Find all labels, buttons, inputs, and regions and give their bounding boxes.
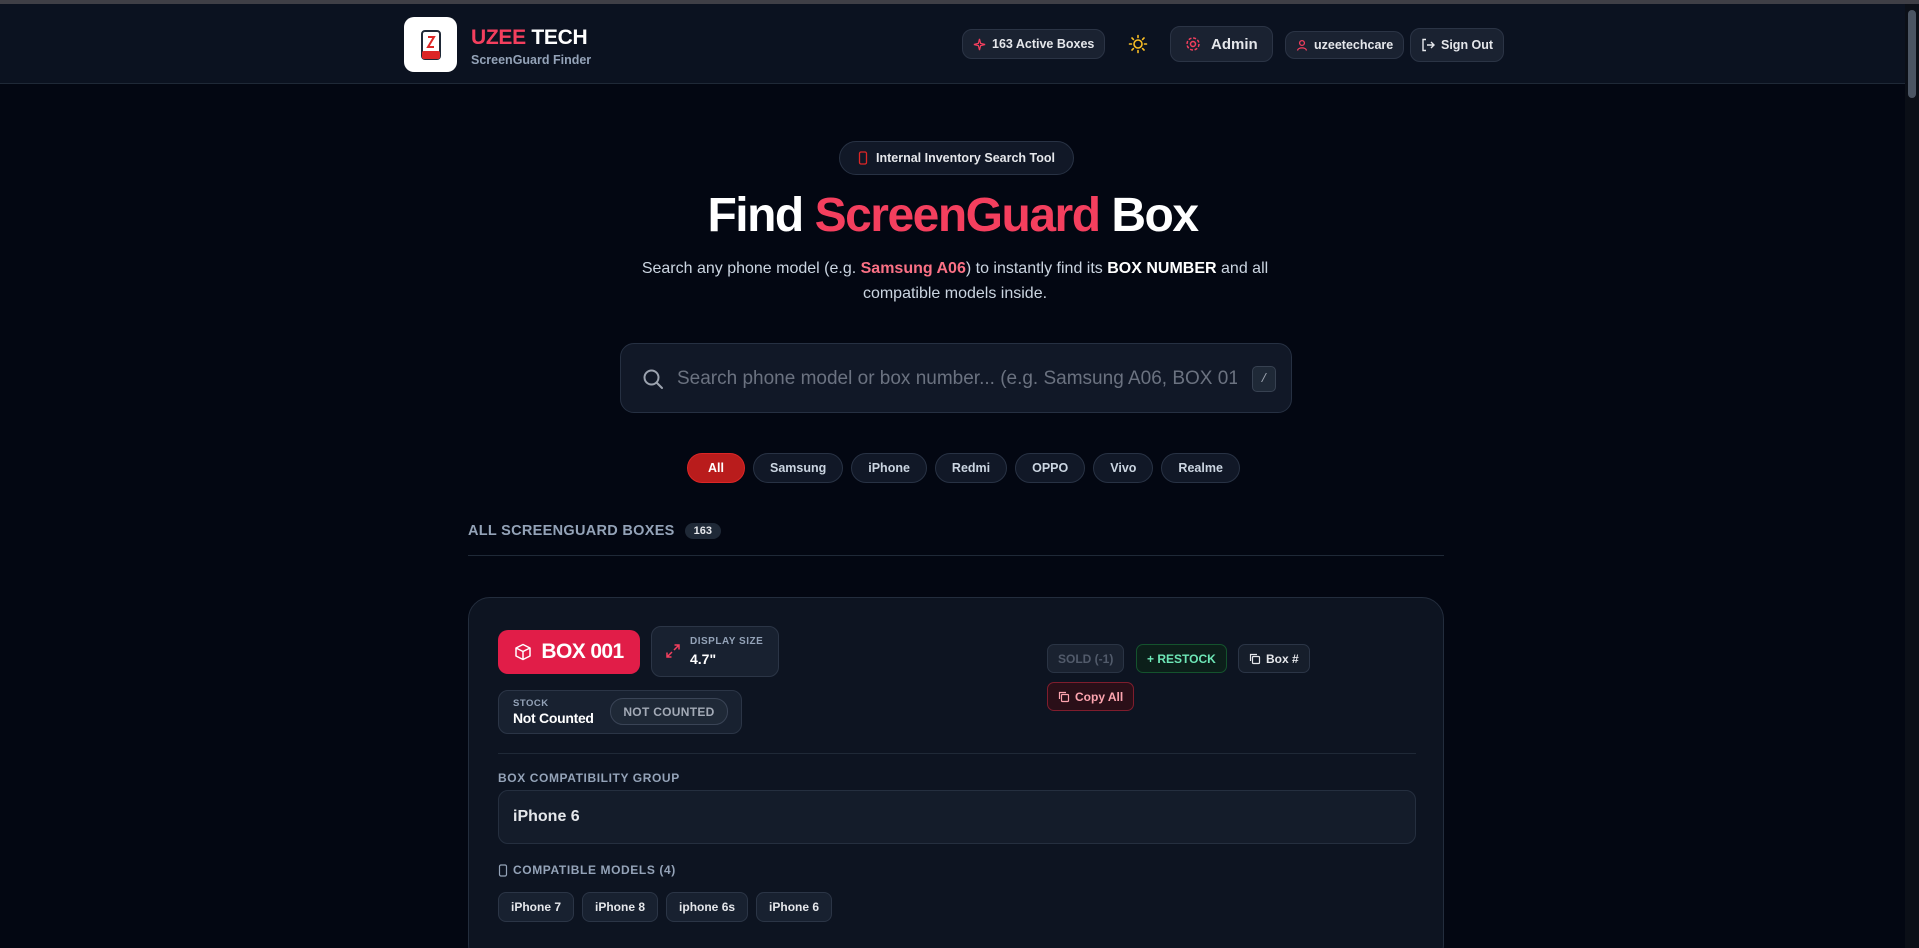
user-badge[interactable]: uzeetechcare xyxy=(1285,31,1405,59)
stock-value: Not Counted xyxy=(513,710,594,726)
filter-vivo[interactable]: Vivo xyxy=(1093,453,1154,483)
box-icon xyxy=(515,643,532,661)
stock-label: STOCK xyxy=(513,698,549,709)
section-count-badge: 163 xyxy=(684,523,721,539)
logout-icon xyxy=(1422,38,1435,52)
title-accent: ScreenGuard xyxy=(814,189,1101,242)
page-title: Find ScreenGuard Box xyxy=(0,188,1905,243)
brand: UZEE TECH ScreenGuard Finder xyxy=(471,26,591,67)
sun-icon xyxy=(1128,34,1148,54)
compatible-models-list: iPhone 7 iPhone 8 iphone 6s iPhone 6 xyxy=(498,892,833,922)
filter-iphone[interactable]: iPhone xyxy=(851,453,927,483)
subtitle-bold: BOX NUMBER xyxy=(1107,260,1217,277)
filter-samsung[interactable]: Samsung xyxy=(752,453,844,483)
card-divider xyxy=(498,753,1416,754)
admin-button[interactable]: Admin xyxy=(1170,26,1273,62)
admin-label: Admin xyxy=(1211,35,1258,53)
active-boxes-badge: 163 Active Boxes xyxy=(962,29,1106,59)
search-input[interactable] xyxy=(677,364,1237,394)
phone-logo-icon xyxy=(420,29,441,60)
filter-redmi[interactable]: Redmi xyxy=(934,453,1008,483)
compatible-models-header: COMPATIBLE MODELS (4) xyxy=(498,863,676,877)
sign-out-label: Sign Out xyxy=(1441,38,1494,52)
compatibility-group-label: BOX COMPATIBILITY GROUP xyxy=(498,771,680,785)
compatibility-group-value: iPhone 6 xyxy=(498,790,1416,844)
phone-small-icon xyxy=(858,151,868,165)
box-card: BOX 001 DISPLAY SIZE 4.7" STOCK Not Coun… xyxy=(468,597,1444,948)
copy-box-number-button[interactable]: Box # xyxy=(1238,644,1310,673)
title-start: Find xyxy=(707,189,804,242)
filter-oppo[interactable]: OPPO xyxy=(1015,453,1086,483)
search-bar: / xyxy=(620,343,1292,413)
brand-subtitle: ScreenGuard Finder xyxy=(471,53,592,67)
scrollbar-thumb[interactable] xyxy=(1908,10,1916,98)
box-number: BOX 001 xyxy=(541,640,624,663)
model-chip[interactable]: iPhone 6 xyxy=(756,892,833,922)
filter-realme[interactable]: Realme xyxy=(1161,453,1240,483)
copy-all-label: Copy All xyxy=(1075,689,1124,704)
display-size-box: DISPLAY SIZE 4.7" xyxy=(651,626,779,677)
brand-name-red: UZEE xyxy=(471,26,526,49)
brand-name-white: TECH xyxy=(531,26,588,49)
brand-title: UZEE TECH xyxy=(471,26,591,50)
model-chip[interactable]: iphone 6s xyxy=(666,892,749,922)
subtitle-example: Samsung A06 xyxy=(860,260,966,277)
sign-out-button[interactable]: Sign Out xyxy=(1410,28,1505,62)
stock-box: STOCK Not Counted NOT COUNTED xyxy=(498,690,742,734)
page-scrollbar[interactable] xyxy=(1905,4,1919,948)
tool-label-pill: Internal Inventory Search Tool xyxy=(839,141,1074,175)
theme-toggle[interactable] xyxy=(1128,34,1148,59)
username: uzeetechcare xyxy=(1314,38,1394,52)
model-chip[interactable]: iPhone 7 xyxy=(498,892,575,922)
sold-button[interactable]: SOLD (-1) xyxy=(1047,644,1125,673)
brand-filters: All Samsung iPhone Redmi OPPO Vivo Realm… xyxy=(687,453,1240,483)
copy-all-button[interactable]: Copy All xyxy=(1047,682,1135,711)
phone-outline-icon xyxy=(498,863,508,877)
copy-icon xyxy=(1058,691,1070,702)
display-size-label: DISPLAY SIZE xyxy=(690,636,764,647)
logo[interactable] xyxy=(404,17,457,72)
compatible-models-label: COMPATIBLE MODELS (4) xyxy=(513,863,676,877)
expand-icon xyxy=(666,644,680,658)
display-size-value: 4.7" xyxy=(690,651,717,667)
sparkle-icon xyxy=(973,38,986,50)
section-header: ALL SCREENGUARD BOXES 163 xyxy=(468,523,1444,556)
page-subtitle: Search any phone model (e.g. Samsung A06… xyxy=(610,256,1300,306)
title-end: Box xyxy=(1111,189,1199,242)
stock-status-tag: NOT COUNTED xyxy=(610,698,728,725)
tool-label: Internal Inventory Search Tool xyxy=(876,151,1055,165)
active-boxes-text: 163 Active Boxes xyxy=(992,37,1095,51)
section-title: ALL SCREENGUARD BOXES xyxy=(468,523,675,539)
top-navbar: UZEE TECH ScreenGuard Finder 163 Active … xyxy=(0,4,1905,84)
subtitle-part-1: Search any phone model (e.g. xyxy=(641,260,861,277)
copy-icon xyxy=(1249,653,1261,664)
subtitle-part-2: ) to instantly find its xyxy=(965,260,1108,277)
search-icon xyxy=(643,369,663,389)
gear-icon xyxy=(1186,37,1200,51)
shortcut-key: / xyxy=(1252,366,1276,392)
box-number-badge: BOX 001 xyxy=(498,630,640,674)
restock-button[interactable]: + RESTOCK xyxy=(1136,644,1227,673)
model-chip[interactable]: iPhone 8 xyxy=(582,892,659,922)
copy-box-number-label: Box # xyxy=(1266,651,1299,666)
user-icon xyxy=(1296,39,1308,51)
filter-all[interactable]: All xyxy=(687,453,745,483)
